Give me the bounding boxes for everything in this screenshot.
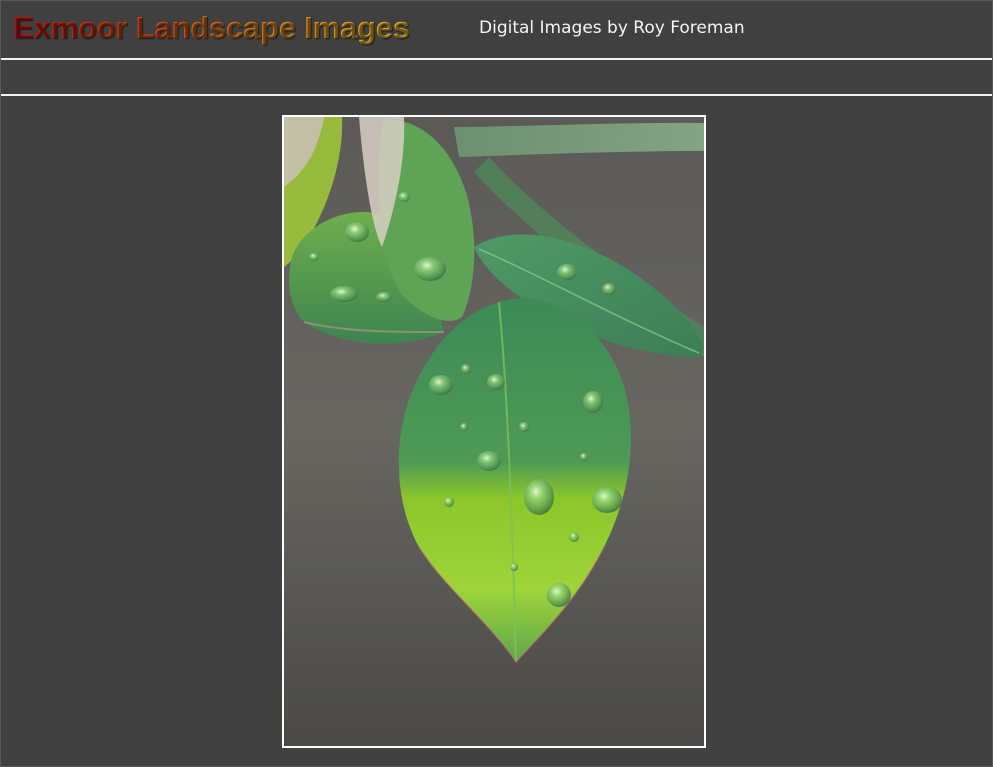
site-title[interactable]: Exmoor Landscape Images xyxy=(13,10,410,46)
header-divider-bottom xyxy=(1,94,992,96)
site-header: Exmoor Landscape Images Digital Images b… xyxy=(1,1,992,58)
main-photo[interactable] xyxy=(282,115,706,748)
photo-image xyxy=(284,117,704,746)
site-subtitle: Digital Images by Roy Foreman xyxy=(479,18,745,38)
nav-bar xyxy=(1,60,992,94)
